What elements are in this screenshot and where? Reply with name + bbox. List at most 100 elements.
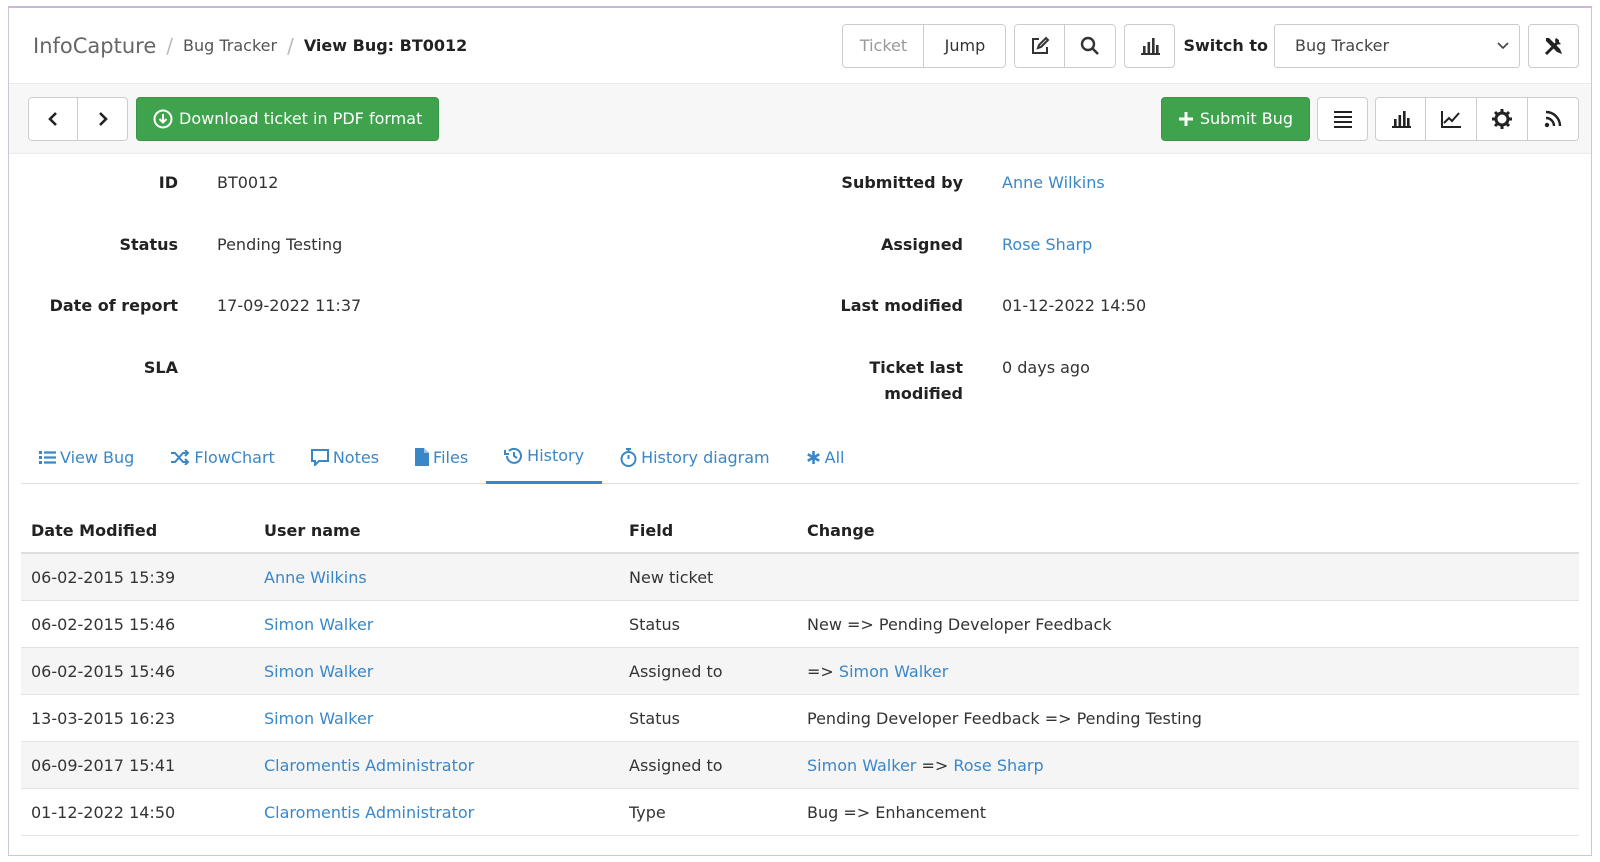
date-cell: 06-02-2015 15:39 — [31, 567, 176, 587]
download-pdf-label: Download ticket in PDF format — [179, 109, 423, 128]
breadcrumb-separator: / — [287, 33, 294, 58]
admin-tools-button[interactable] — [1528, 23, 1579, 68]
tab-flowchart[interactable]: FlowChart — [152, 430, 293, 484]
tab-history[interactable]: History — [486, 430, 603, 484]
tab-view-bug[interactable]: View Bug — [21, 430, 152, 484]
assigned-label: Assigned — [880, 235, 963, 254]
last-modified-value: 01-12-2022 14:50 — [1002, 296, 1147, 315]
jump-button[interactable]: Jump — [924, 23, 1007, 68]
user-link[interactable]: Simon Walker — [264, 662, 629, 681]
tab-notes[interactable]: Notes — [293, 430, 397, 484]
field-cell: Type — [629, 802, 666, 822]
asterisk-icon — [806, 450, 820, 464]
change-to-user-link[interactable]: Rose Sharp — [953, 756, 1043, 775]
breadcrumb-module-link[interactable]: Bug Tracker — [183, 36, 277, 55]
field-cell: Assigned to — [629, 661, 723, 681]
history-table: Date Modified User name Field Change 06-… — [21, 508, 1579, 836]
change-arrow: => — [916, 755, 954, 775]
assigned-user-link[interactable]: Rose Sharp — [1002, 235, 1092, 254]
submitted-by-label: Submitted by — [841, 173, 963, 192]
rss-feed-button[interactable] — [1528, 96, 1579, 141]
change-to-user-link[interactable]: Simon Walker — [839, 662, 948, 681]
top-header: InfoCapture / Bug Tracker / View Bug: BT… — [9, 8, 1591, 84]
tab-history-diagram[interactable]: History diagram — [602, 430, 788, 484]
user-link[interactable]: Claromentis Administrator — [264, 803, 629, 822]
user-link[interactable]: Simon Walker — [264, 615, 629, 634]
search-button[interactable] — [1065, 23, 1117, 68]
module-switch-select[interactable]: Bug Tracker — [1274, 23, 1520, 68]
change-cell: Bug => Enhancement — [807, 802, 987, 822]
app-name-link[interactable]: InfoCapture — [33, 34, 156, 58]
rss-icon — [1544, 110, 1562, 127]
list-lines-icon — [1333, 110, 1352, 128]
id-value: BT0012 — [217, 173, 279, 192]
list-view-button[interactable] — [1317, 96, 1368, 141]
tab-label: FlowChart — [194, 447, 275, 467]
date-cell: 13-03-2015 16:23 — [31, 708, 176, 728]
column-header-field: Field — [629, 520, 674, 540]
ticket-details: ID BT0012 Status Pending Testing Date of… — [9, 154, 1591, 416]
table-row: 06-02-2015 15:46 Simon Walker Assigned t… — [21, 648, 1579, 695]
date-cell: 06-02-2015 15:46 — [31, 614, 176, 634]
prev-next-group — [28, 96, 128, 141]
file-icon — [415, 448, 430, 466]
tab-files[interactable]: Files — [397, 430, 486, 484]
line-chart-button[interactable] — [1426, 96, 1477, 141]
column-header-user: User name — [264, 520, 361, 540]
switch-to-label: Switch to — [1183, 36, 1268, 55]
ticket-tabs: View Bug FlowChart Notes Files History H… — [21, 430, 1579, 484]
change-from-user-link[interactable]: Simon Walker — [807, 756, 916, 775]
table-row: 06-09-2017 15:41 Claromentis Administrat… — [21, 742, 1579, 789]
list-icon — [39, 450, 56, 464]
submit-bug-button[interactable]: Submit Bug — [1160, 96, 1310, 141]
column-header-date: Date Modified — [31, 520, 158, 540]
chevron-down-icon — [1497, 41, 1509, 49]
ticket-last-modified-value: 0 days ago — [1002, 358, 1090, 377]
user-link[interactable]: Anne Wilkins — [264, 568, 629, 587]
field-cell: Status — [629, 708, 680, 728]
column-header-change: Change — [807, 520, 875, 540]
ticket-number-input[interactable]: Ticket — [842, 23, 925, 68]
next-ticket-button[interactable] — [78, 96, 128, 141]
settings-button[interactable] — [1477, 96, 1528, 141]
user-link[interactable]: Simon Walker — [264, 709, 629, 728]
ticket-jump-group: Ticket Jump — [842, 23, 1007, 68]
reports-button[interactable] — [1124, 23, 1176, 68]
comment-icon — [310, 448, 329, 466]
bar-chart-icon — [1391, 110, 1411, 128]
app-window: InfoCapture / Bug Tracker / View Bug: BT… — [8, 6, 1592, 856]
field-cell: Status — [629, 614, 680, 634]
change-arrow: => — [807, 661, 839, 681]
bar-chart-icon — [1140, 37, 1160, 55]
date-of-report-value: 17-09-2022 11:37 — [217, 296, 362, 315]
gear-icon — [1492, 108, 1512, 129]
tab-all[interactable]: All — [788, 430, 863, 484]
plus-icon — [1178, 111, 1193, 126]
change-cell: New => Pending Developer Feedback — [807, 614, 1112, 634]
change-cell: Simon Walker => Rose Sharp — [807, 756, 1579, 775]
sla-label: SLA — [143, 358, 178, 377]
submitted-by-link[interactable]: Anne Wilkins — [1002, 173, 1105, 192]
table-row: 13-03-2015 16:23 Simon Walker Status Pen… — [21, 695, 1579, 742]
tab-label: History diagram — [641, 447, 770, 467]
edit-button[interactable] — [1014, 23, 1066, 68]
stopwatch-icon — [620, 447, 637, 467]
field-cell: New ticket — [629, 567, 714, 587]
date-cell: 01-12-2022 14:50 — [31, 802, 176, 822]
chevron-right-icon — [98, 111, 108, 126]
status-value: Pending Testing — [217, 235, 343, 254]
view-options-group — [1375, 96, 1579, 141]
search-icon — [1081, 36, 1100, 55]
previous-ticket-button[interactable] — [28, 96, 78, 141]
table-row: 01-12-2022 14:50 Claromentis Administrat… — [21, 789, 1579, 836]
shuffle-icon — [171, 449, 190, 465]
date-cell: 06-09-2017 15:41 — [31, 755, 176, 775]
table-row: 06-02-2015 15:39 Anne Wilkins New ticket — [21, 554, 1579, 601]
download-pdf-button[interactable]: Download ticket in PDF format — [136, 96, 440, 141]
action-toolbar: Download ticket in PDF format Submit Bug — [9, 84, 1591, 154]
module-switch-value: Bug Tracker — [1295, 36, 1390, 55]
user-link[interactable]: Claromentis Administrator — [264, 756, 629, 775]
breadcrumb-separator: / — [166, 33, 173, 58]
bar-chart-button[interactable] — [1375, 96, 1426, 141]
submit-bug-label: Submit Bug — [1199, 109, 1293, 128]
